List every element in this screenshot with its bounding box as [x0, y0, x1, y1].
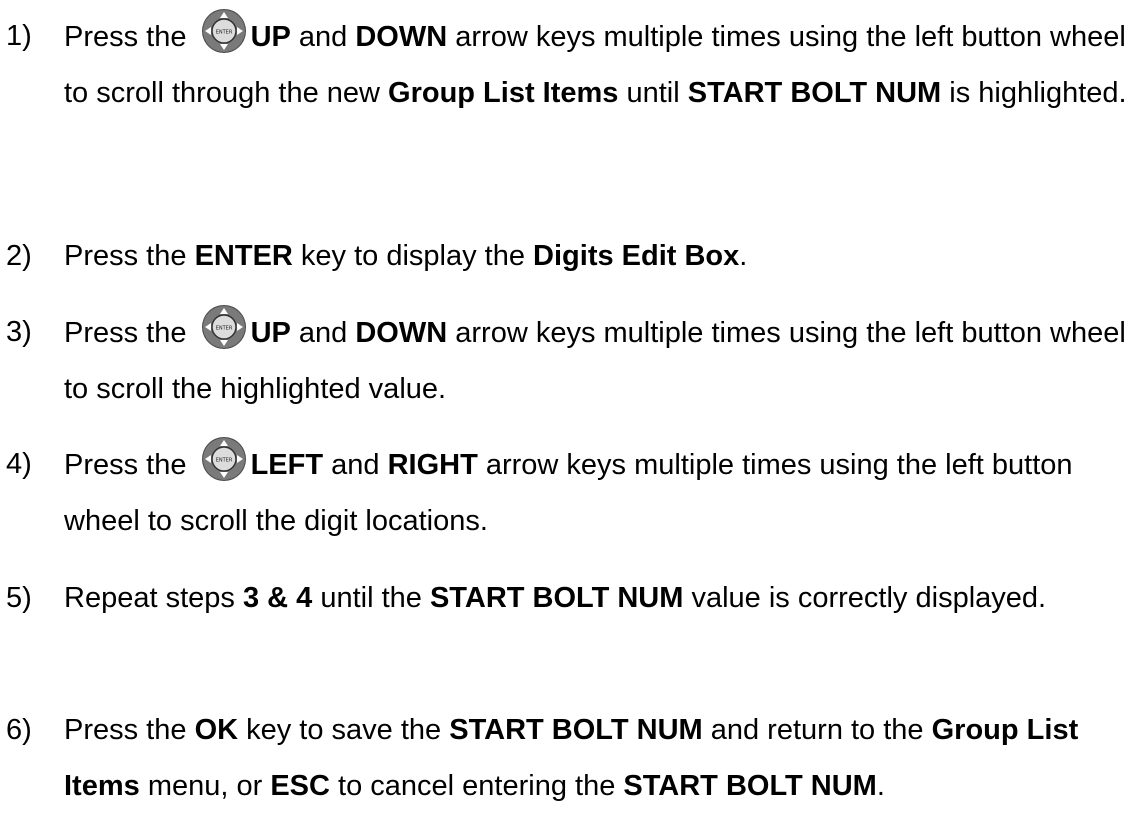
instruction-page: 1) Press the ENTER UP and DOWN arrow keys…	[0, 0, 1145, 817]
step-number: 5)	[6, 582, 32, 614]
step-text-segment: Press the	[64, 21, 195, 53]
step-6: 6) Press the OK key to save the START BO…	[0, 702, 1145, 814]
step-text-segment: OK	[194, 714, 239, 746]
step-text-segment: RIGHT	[387, 449, 478, 481]
step-text: Press the ENTER UP and DOWN arrow keys mu…	[64, 304, 1145, 417]
step-text-segment: and return to the	[702, 714, 932, 746]
step-text-segment: and	[323, 449, 388, 481]
step-text-segment: LEFT	[250, 449, 324, 481]
step-text-segment: Press the	[64, 714, 195, 746]
step-text-segment: DOWN	[355, 21, 448, 53]
step-text-segment: value is correctly displayed.	[683, 582, 1047, 614]
step-text-segment: START BOLT NUM	[429, 582, 684, 614]
step-4: 4) Press the ENTER LEFT and RIGHT arrow k…	[0, 436, 1145, 549]
step-text-segment: Press the	[64, 317, 195, 349]
step-text-segment: menu, or	[139, 770, 271, 802]
step-text-segment: Press the	[64, 449, 195, 481]
step-text: Repeat steps 3 & 4 until the START BOLT …	[64, 570, 1145, 626]
step-number: 1)	[6, 20, 32, 52]
step-5: 5) Repeat steps 3 & 4 until the START BO…	[0, 570, 1145, 626]
step-text-segment: Repeat steps	[64, 582, 243, 614]
step-text-segment: Press the	[64, 240, 195, 272]
step-text-segment: until the	[312, 582, 430, 614]
step-3: 3) Press the ENTER UP and DOWN arrow keys…	[0, 304, 1145, 417]
step-text-segment: UP	[250, 21, 291, 53]
step-text-segment: UP	[250, 317, 291, 349]
step-2: 2) Press the ENTER key to display the Di…	[0, 228, 1145, 284]
step-text-segment: Group List Items	[388, 77, 619, 109]
enter-wheel-label: ENTER	[215, 326, 232, 332]
step-number: 2)	[6, 240, 32, 272]
enter-wheel-label: ENTER	[215, 458, 232, 464]
step-text-segment: until	[618, 77, 688, 109]
step-text-segment: START BOLT NUM	[623, 770, 877, 802]
step-text: Press the OK key to save the START BOLT …	[64, 702, 1145, 814]
step-text-segment: START BOLT NUM	[449, 714, 703, 746]
step-text-segment: and	[290, 21, 356, 53]
step-number: 4)	[6, 448, 32, 480]
step-text-segment: key to display the	[292, 240, 534, 272]
step-text-segment: ESC	[270, 770, 330, 802]
step-text-segment: and	[290, 317, 356, 349]
step-number: 3)	[6, 316, 32, 348]
enter-wheel-icon: ENTER	[201, 8, 247, 54]
enter-wheel-icon: ENTER	[201, 304, 247, 350]
step-number: 6)	[6, 714, 32, 746]
step-text-segment: key to save the	[238, 714, 450, 746]
enter-wheel-label: ENTER	[215, 30, 232, 36]
step-text-segment: to cancel entering the	[329, 770, 624, 802]
step-text-segment: START BOLT NUM	[687, 77, 942, 109]
enter-wheel-icon: ENTER	[201, 436, 247, 482]
step-text-segment: 3 & 4	[242, 582, 313, 614]
step-text: Press the ENTER LEFT and RIGHT arrow keys…	[64, 436, 1145, 549]
step-text: Press the ENTER UP and DOWN arrow keys mu…	[64, 8, 1145, 121]
step-text-segment: ENTER	[194, 240, 293, 272]
step-text-segment: .	[876, 770, 885, 802]
step-text: Press the ENTER key to display the Digit…	[64, 228, 1145, 284]
step-1: 1) Press the ENTER UP and DOWN arrow keys…	[0, 8, 1145, 121]
step-text-segment: .	[739, 240, 748, 272]
step-text-segment: is highlighted.	[941, 77, 1127, 109]
step-text-segment: DOWN	[355, 317, 448, 349]
step-text-segment: Digits Edit Box	[533, 240, 740, 272]
